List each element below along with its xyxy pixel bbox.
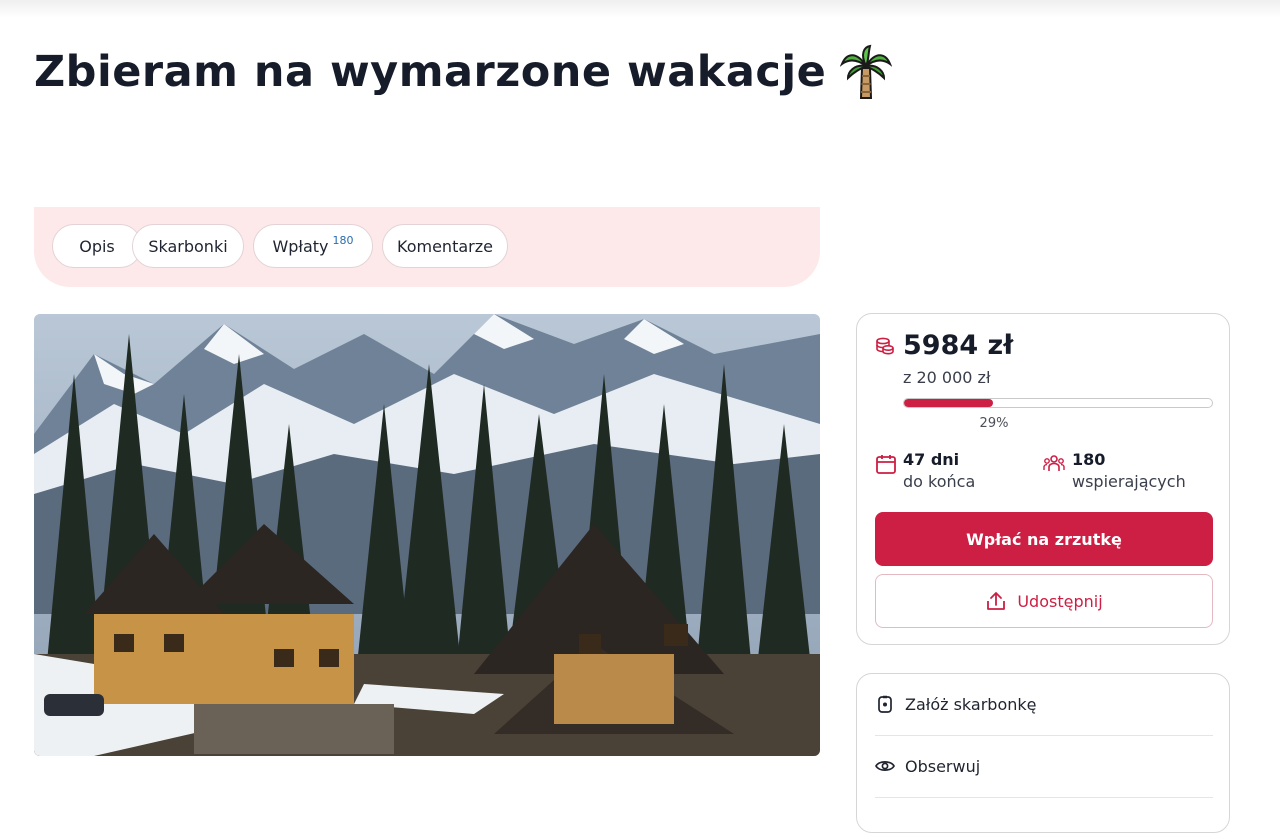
coins-icon (876, 337, 894, 355)
calendar-icon (876, 455, 896, 474)
hero-image (34, 314, 820, 756)
share-button[interactable]: Udostępnij (875, 574, 1213, 628)
share-icon (987, 592, 1006, 610)
tab-label: Wpłaty (272, 236, 329, 256)
collected-amount: 5984 zł (903, 330, 1014, 361)
tab-label: Skarbonki (148, 236, 228, 256)
palm-tree-icon (840, 44, 893, 99)
divider (875, 797, 1213, 798)
supporters-value: 180 (1072, 450, 1106, 469)
tab-opis[interactable]: Opis (52, 224, 142, 268)
progress-percent: 29% (979, 416, 1009, 431)
tab-label: Opis (79, 236, 115, 256)
page-title-text: Zbieram na wymarzone wakacje (34, 47, 827, 97)
supporters-label: wspierających (1072, 472, 1186, 491)
eye-icon (875, 761, 895, 771)
tab-count-badge: 180 (332, 233, 354, 247)
tab-komentarze[interactable]: Komentarze (382, 224, 508, 268)
tab-wplaty[interactable]: Wpłaty 180 (253, 224, 373, 268)
supporters-icon (1043, 455, 1065, 471)
page-title: Zbieram na wymarzone wakacje (34, 44, 893, 100)
actions-card: Załóż skarbonkę Obserwuj (856, 673, 1230, 833)
follow-link[interactable]: Obserwuj (875, 736, 1213, 796)
piggy-bank-icon (878, 695, 892, 713)
campaign-summary-card: 5984 zł z 20 000 zł 29% 47 dni do końca … (856, 313, 1230, 645)
action-label: Obserwuj (905, 756, 981, 776)
progress-bar (903, 398, 1213, 408)
browser-top-strip (0, 0, 1280, 18)
create-piggy-bank-link[interactable]: Załóż skarbonkę (875, 674, 1213, 734)
days-left-label: do końca (903, 472, 976, 491)
goal-amount: z 20 000 zł (903, 368, 991, 387)
tabs-bar: Opis Skarbonki Wpłaty 180 Komentarze (34, 207, 820, 287)
share-button-label: Udostępnij (1017, 591, 1103, 611)
days-left-value: 47 dni (903, 450, 960, 469)
tab-skarbonki[interactable]: Skarbonki (132, 224, 244, 268)
action-label: Załóż skarbonkę (905, 694, 1037, 714)
donate-button[interactable]: Wpłać na zrzutkę (875, 512, 1213, 566)
mountain-cabin-photo (34, 314, 820, 756)
tab-label: Komentarze (397, 236, 493, 256)
progress-bar-fill (904, 399, 994, 407)
